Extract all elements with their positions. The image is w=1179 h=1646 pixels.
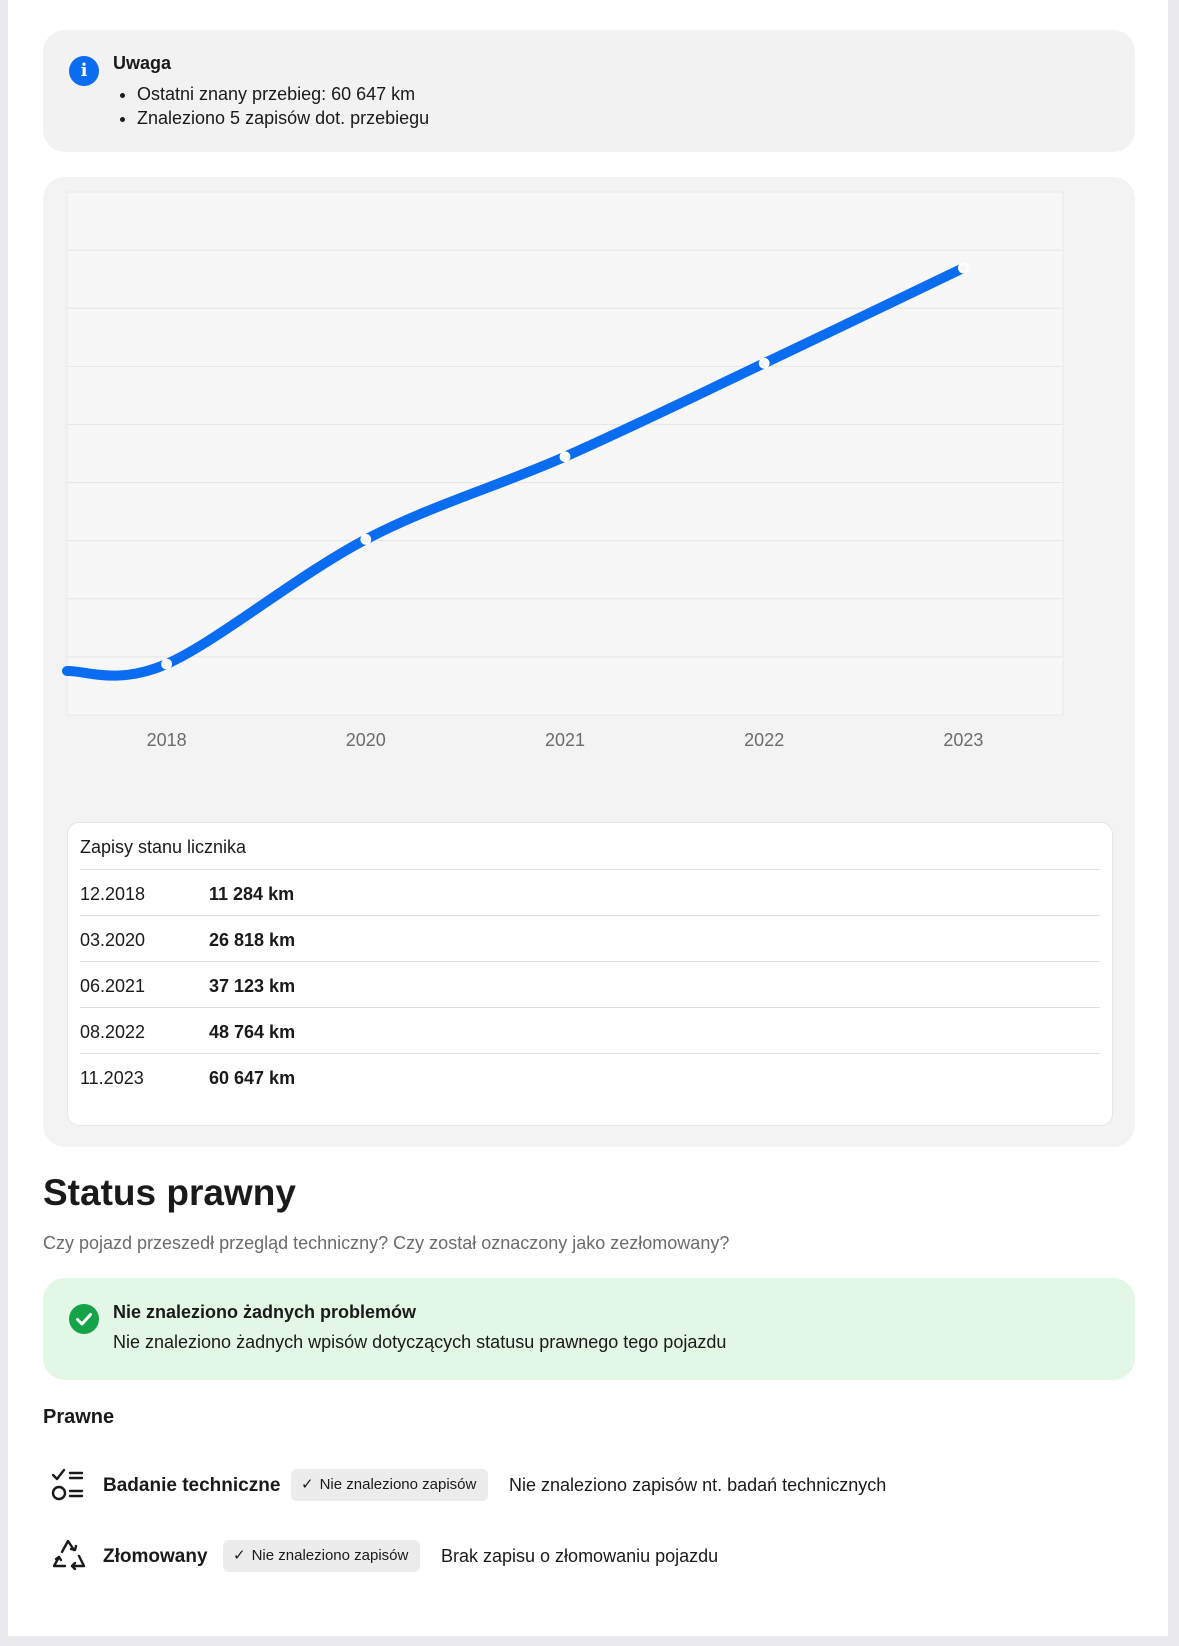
notice-title: Uwaga bbox=[113, 53, 172, 73]
checklist-icon bbox=[51, 1468, 84, 1501]
record-date: 06.2021 bbox=[80, 976, 146, 996]
record-date: 11.2023 bbox=[80, 1068, 144, 1088]
recycle-icon bbox=[52, 1539, 86, 1571]
record-value: 26 818 km bbox=[209, 930, 296, 950]
record-value: 11 284 km bbox=[209, 884, 295, 904]
section-title: Status prawny bbox=[43, 1172, 296, 1213]
x-tick-label: 2022 bbox=[744, 730, 784, 750]
no-problems-description: Nie znaleziono żadnych wpisów dotyczącyc… bbox=[113, 1332, 727, 1352]
record-row: 12.2018 11 284 km bbox=[80, 869, 1100, 918]
status-badge-label: Nie znaleziono zapisów bbox=[251, 1547, 409, 1564]
legal-item-scrapped: Złomowany ✓ Nie znaleziono zapisów Brak z… bbox=[43, 1536, 1135, 1576]
records-title: Zapisy stanu licznika bbox=[80, 837, 247, 857]
record-value: 37 123 km bbox=[209, 976, 296, 996]
no-problems-box: Nie znaleziono żadnych problemów Nie zna… bbox=[43, 1278, 1135, 1380]
notice-box: i Uwaga Ostatni znany przebieg: 60 647 k… bbox=[43, 30, 1135, 152]
data-point bbox=[360, 533, 372, 545]
mileage-chart-card: 2018 2020 2021 2022 2023 Zapisy stanu liczni… bbox=[43, 177, 1135, 1147]
check-icon: ✓ bbox=[301, 1476, 314, 1493]
record-row: 08.2022 48 764 km bbox=[80, 1007, 1100, 1056]
legal-item-description: Nie znaleziono zapisów nt. badań technic… bbox=[509, 1475, 887, 1495]
x-tick-label: 2021 bbox=[545, 730, 585, 750]
no-problems-title: Nie znaleziono żadnych problemów bbox=[113, 1302, 417, 1322]
legal-item-label: Badanie techniczne bbox=[103, 1475, 281, 1496]
data-point bbox=[958, 262, 969, 274]
data-point bbox=[559, 451, 571, 463]
check-icon: ✓ bbox=[233, 1547, 246, 1564]
record-date: 03.2020 bbox=[80, 930, 146, 950]
x-tick-label: 2023 bbox=[943, 730, 983, 750]
legal-item-label: Złomowany bbox=[103, 1546, 208, 1567]
report-page: i Uwaga Ostatni znany przebieg: 60 647 k… bbox=[8, 0, 1168, 1636]
record-date: 08.2022 bbox=[80, 1022, 146, 1042]
legal-heading: Prawne bbox=[43, 1406, 115, 1428]
record-row: 11.2023 60 647 km bbox=[80, 1053, 1100, 1102]
x-tick-label: 2018 bbox=[147, 730, 187, 750]
notice-item: Ostatni znany przebieg: 60 647 km bbox=[137, 82, 429, 106]
mileage-chart: 2018 2020 2021 2022 2023 bbox=[62, 191, 1064, 750]
record-date: 12.2018 bbox=[80, 884, 146, 904]
check-circle-icon bbox=[69, 1304, 99, 1334]
data-point bbox=[161, 658, 172, 670]
record-row: 03.2020 26 818 km bbox=[80, 915, 1100, 964]
x-tick-label: 2020 bbox=[346, 730, 386, 750]
mileage-records: Zapisy stanu licznika 12.2018 11 284 km … bbox=[67, 822, 1113, 1126]
legal-item-description: Brak zapisu o złomowaniu pojazdu bbox=[441, 1546, 719, 1566]
notice-item: Znaleziono 5 zapisów dot. przebiegu bbox=[137, 106, 429, 130]
info-icon: i bbox=[69, 56, 99, 86]
record-value: 48 764 km bbox=[209, 1022, 296, 1042]
section-subtitle: Czy pojazd przeszedł przegląd techniczny… bbox=[43, 1233, 730, 1253]
record-value: 60 647 km bbox=[209, 1068, 296, 1088]
status-badge-label: Nie znaleziono zapisów bbox=[319, 1476, 477, 1493]
status-badge: ✓ Nie znaleziono zapisów bbox=[223, 1540, 421, 1572]
record-row: 06.2021 37 123 km bbox=[80, 961, 1100, 1010]
notice-list: Ostatni znany przebieg: 60 647 km Znalez… bbox=[113, 82, 429, 130]
legal-item-technical-inspection: Badanie techniczne ✓ Nie znaleziono zapis… bbox=[43, 1465, 1135, 1505]
status-badge: ✓ Nie znaleziono zapisów bbox=[291, 1469, 489, 1501]
data-point bbox=[758, 357, 770, 369]
